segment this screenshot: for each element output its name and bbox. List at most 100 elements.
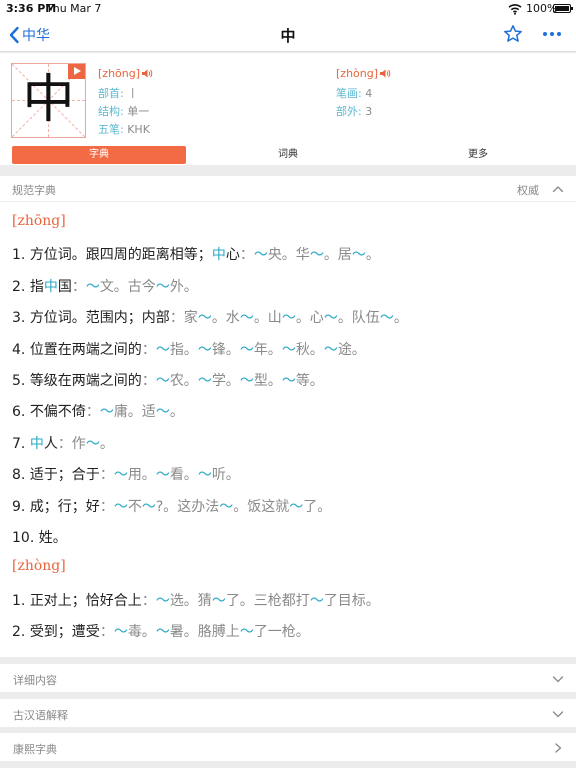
definition-item: 6. 不偏不倚：～庸。适～。 (12, 401, 184, 421)
tab-bar: 字典 词典 更多 (11, 146, 566, 164)
definition-text: 用。 (127, 467, 156, 484)
tilde-placeholder: ～ (239, 373, 254, 389)
tilde-placeholder: ～ (281, 341, 296, 358)
tilde-placeholder: ～ (239, 341, 254, 358)
tilde-placeholder: ～ (281, 373, 296, 389)
tilde-placeholder: ～ (197, 310, 212, 327)
highlighted-char: 中 (211, 247, 226, 264)
tilde-placeholder: ～ (323, 341, 338, 358)
navigation-bar: 中华 中 (0, 18, 576, 52)
definition-text: 不 (127, 498, 142, 515)
speaker-icon[interactable] (142, 69, 153, 78)
definition-text: 。 (393, 310, 408, 327)
chevron-right-icon (555, 743, 562, 753)
definition-item: 10. 姓。 (12, 527, 67, 547)
definition-text: 学。 (211, 373, 240, 389)
definition-text: 了目标。 (323, 592, 380, 609)
definition-text: ： (85, 404, 100, 421)
definition-text: 。 (365, 247, 380, 264)
tab-more[interactable]: 更多 (391, 146, 565, 164)
definition-text: ： (99, 624, 114, 641)
more-options-icon[interactable] (541, 26, 563, 42)
definition-text: 等。 (295, 373, 324, 389)
section-detail[interactable]: 详细内容 (0, 664, 576, 692)
tilde-placeholder: ～ (155, 624, 170, 641)
tilde-placeholder: ～ (155, 404, 170, 421)
tilde-placeholder: ～ (197, 341, 212, 358)
pinyin-zhong1[interactable]: [zhōng] (98, 67, 153, 80)
highlighted-char: 中 (29, 435, 44, 452)
tilde-placeholder: ～ (211, 592, 226, 609)
structure-info: 结构: 单一 (98, 105, 150, 118)
definition-text: 暑。胳膊上 (169, 624, 240, 641)
definition-text: 文。古今 (99, 278, 156, 295)
extra-strokes-info: 部外: 3 (336, 105, 373, 118)
tab-zidian[interactable]: 字典 (12, 146, 186, 164)
section-classical[interactable]: 古汉语解释 (0, 699, 576, 727)
definition-item: 9. 成；行；好：～不～?。这办法～。饭这就～了。 (12, 496, 331, 516)
highlighted-char: 中 (43, 278, 58, 295)
definition-item: 1. 正对上；恰好合上：～选。猜～了。三枪都打～了目标。 (12, 590, 380, 610)
character-display: 中 (11, 63, 86, 138)
definition-text: 指。 (169, 341, 198, 358)
definition-number: 10. (12, 530, 39, 546)
tilde-placeholder: ～ (155, 467, 170, 484)
tilde-placeholder: ～ (141, 498, 156, 515)
definition-item: 3. 方位词。范围内；内部：家～。水～。山～。心～。队伍～。 (12, 307, 408, 327)
definition-text: 。居 (323, 247, 352, 264)
definition-text: 受到；遭受 (29, 624, 100, 641)
tilde-placeholder: ～ (323, 310, 338, 327)
section-kangxi[interactable]: 康熙字典 (0, 733, 576, 761)
tilde-placeholder: ～ (219, 498, 234, 515)
pinyin-text: [zhòng] (336, 67, 379, 80)
tilde-placeholder: ～ (155, 592, 170, 609)
definition-text: 不偏不倚 (29, 404, 86, 421)
back-label: 中华 (22, 28, 50, 44)
definition-item: 7. 中人：作～。 (12, 433, 114, 453)
definition-number: 8. (12, 467, 30, 484)
definition-number: 4. (12, 341, 30, 358)
pinyin-zhong4[interactable]: [zhòng] (336, 67, 391, 80)
reading-pinyin: [zhōng] (12, 213, 66, 229)
tilde-placeholder: ～ (239, 624, 254, 641)
tilde-placeholder: ～ (289, 498, 304, 515)
speaker-icon[interactable] (380, 69, 391, 78)
definition-text: 了。三枪都打 (225, 592, 310, 609)
wifi-icon (508, 4, 522, 15)
definition-item: 1. 方位词。跟四周的距离相等；中心：～央。华～。居～。 (12, 244, 380, 264)
definition-number: 2. (12, 624, 30, 641)
definition-text: 毒。 (127, 624, 156, 641)
play-stroke-animation-icon[interactable] (68, 64, 85, 79)
section-header[interactable]: 规范字典 权威 (0, 176, 576, 202)
tab-cidian[interactable]: 词典 (201, 146, 375, 164)
definition-text: 途。 (337, 341, 366, 358)
tilde-placeholder: ～ (155, 373, 170, 389)
definition-text: 年。 (253, 341, 282, 358)
definition-text: ： (71, 278, 86, 295)
definition-text: 正对上；恰好合上 (29, 592, 142, 609)
back-button[interactable]: 中华 (8, 24, 50, 46)
tilde-placeholder: ～ (113, 498, 128, 515)
definition-text: 。 (169, 404, 184, 421)
definition-text: 庸。适 (113, 404, 156, 421)
definition-text: 央。华 (267, 247, 310, 264)
definition-number: 7. (12, 435, 30, 452)
definition-text: 。 (99, 435, 114, 452)
definition-text: ： (141, 341, 156, 358)
definition-card: 规范字典 权威 [zhōng] 1. 方位词。跟四周的距离相等；中心：～央。华～。… (0, 176, 576, 657)
definition-text: 选。猜 (169, 592, 212, 609)
wubi-info: 五笔: KHK (98, 123, 150, 136)
definition-text: 看。 (169, 467, 198, 484)
definition-text: 适于；合于 (29, 467, 100, 484)
tilde-placeholder: ～ (309, 592, 324, 609)
definition-text: ： (239, 247, 254, 264)
definition-text: 心 (225, 247, 240, 264)
definition-text: 农。 (169, 373, 198, 389)
chevron-left-icon (9, 26, 19, 44)
definition-text: 秋。 (295, 341, 324, 358)
definition-text: ：家 (169, 310, 198, 327)
chevron-up-icon[interactable] (552, 184, 564, 194)
favorite-star-icon[interactable] (503, 24, 523, 44)
tilde-placeholder: ～ (85, 435, 100, 452)
tilde-placeholder: ～ (155, 341, 170, 358)
